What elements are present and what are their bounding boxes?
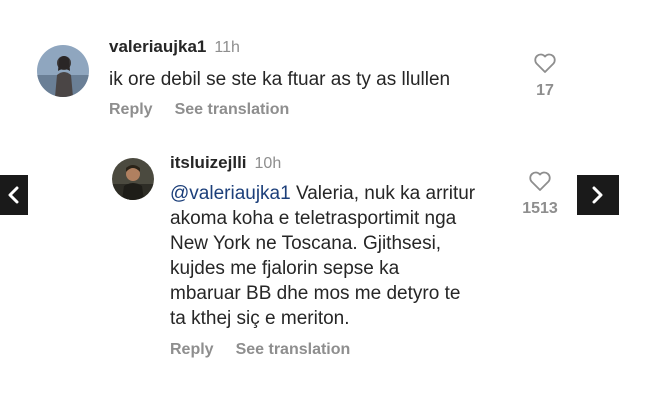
comment-text-line: New York ne Toscana. Gjithsesi,	[170, 233, 442, 254]
chevron-right-icon	[591, 186, 605, 204]
see-translation-button[interactable]: See translation	[236, 341, 351, 358]
comment-text-line: akoma koha e teletrasportimit nga	[170, 208, 457, 229]
like-count: 17	[536, 82, 554, 99]
comment-text-line: kujdes me fjalorin sepse ka	[170, 258, 400, 279]
avatar[interactable]	[37, 45, 89, 97]
comment-text: @valeriaujka1 Valeria, nuk ka arritur ak…	[170, 181, 475, 331]
comment-text-line: ta kthej siç e meriton.	[170, 308, 350, 329]
see-translation-button[interactable]: See translation	[175, 101, 290, 118]
chevron-left-icon	[6, 186, 20, 204]
comment-timestamp[interactable]: 11h	[214, 39, 240, 56]
comment-username[interactable]: valeriaujka1	[109, 37, 206, 56]
comment-text-line: mbaruar BB dhe mos me detyro te	[170, 283, 461, 304]
mention-link[interactable]: @valeriaujka1	[170, 183, 291, 204]
heart-icon[interactable]	[528, 170, 552, 192]
next-button[interactable]	[577, 175, 619, 215]
comment-timestamp[interactable]: 10h	[255, 155, 282, 172]
comment-username[interactable]: itsluizejlli	[170, 153, 247, 172]
reply-button[interactable]: Reply	[109, 101, 153, 118]
comment-text-line: Valeria, nuk ka arritur	[290, 183, 476, 204]
avatar[interactable]	[112, 158, 154, 200]
reply-button[interactable]: Reply	[170, 341, 214, 358]
heart-icon[interactable]	[533, 52, 557, 74]
prev-button[interactable]	[0, 175, 28, 215]
comment-text: ik ore debil se ste ka ftuar as ty as ll…	[109, 69, 451, 90]
like-count: 1513	[522, 200, 558, 217]
